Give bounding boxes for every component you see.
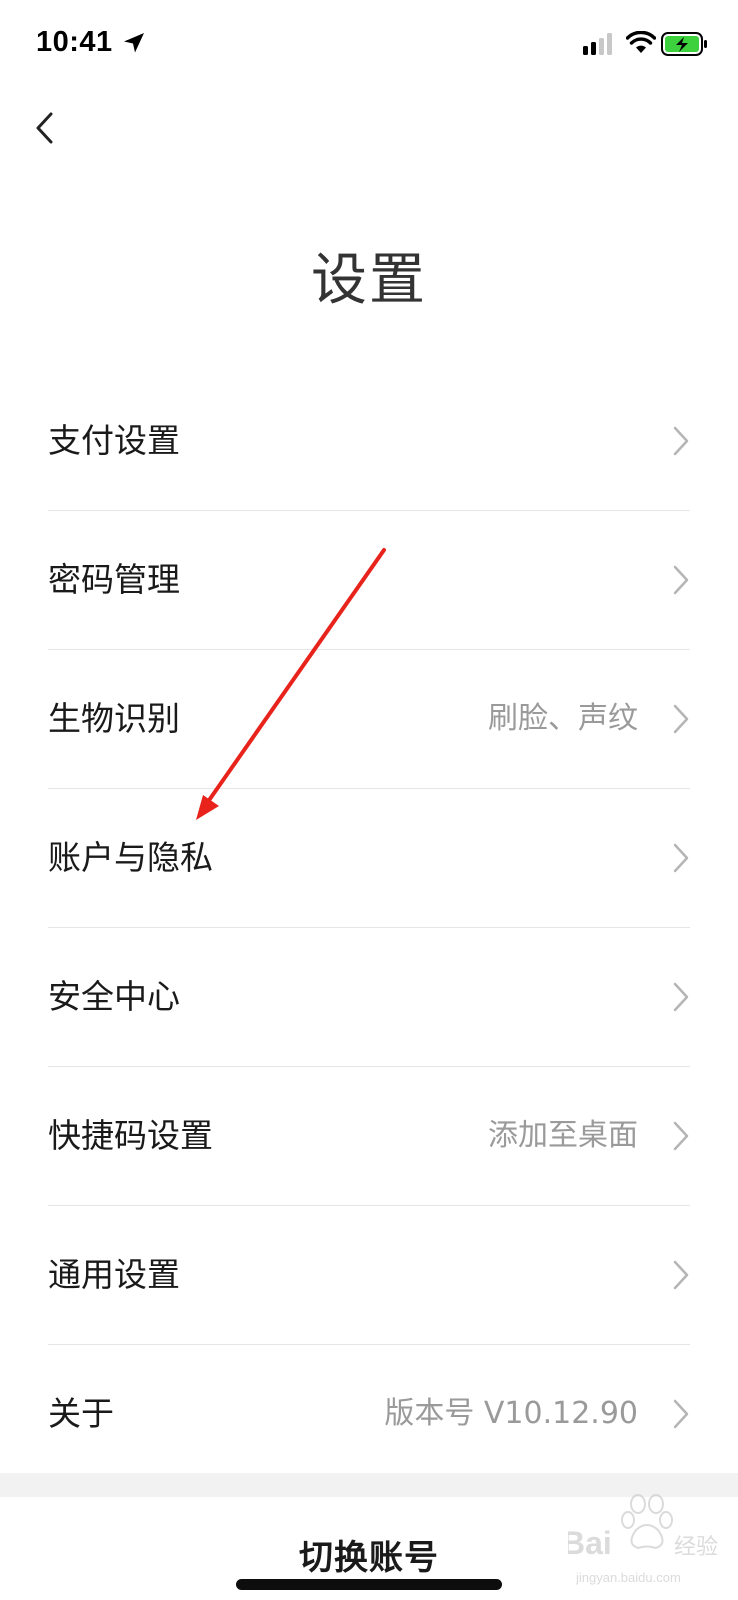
menu-item-label: 账户与隐私 bbox=[48, 838, 213, 877]
chevron-right-icon bbox=[673, 565, 689, 595]
cellular-signal-icon bbox=[583, 33, 612, 55]
svg-text:Bai: Bai bbox=[568, 1525, 612, 1561]
menu-item-label: 支付设置 bbox=[48, 421, 180, 460]
status-time: 10:41 bbox=[36, 26, 113, 58]
menu-item-account-privacy[interactable]: 账户与隐私 bbox=[48, 789, 690, 928]
menu-item-payment-settings[interactable]: 支付设置 bbox=[48, 372, 690, 511]
chevron-right-icon bbox=[673, 704, 689, 734]
svg-text:经验: 经验 bbox=[674, 1535, 718, 1560]
chevron-right-icon bbox=[673, 982, 689, 1012]
chevron-right-icon bbox=[673, 1399, 689, 1429]
chevron-right-icon bbox=[673, 1121, 689, 1151]
menu-item-password-management[interactable]: 密码管理 bbox=[48, 511, 690, 650]
back-button[interactable] bbox=[22, 103, 72, 153]
menu-item-general-settings[interactable]: 通用设置 bbox=[48, 1206, 690, 1345]
menu-item-label: 关于 bbox=[48, 1394, 114, 1433]
battery-charging-icon bbox=[661, 32, 707, 56]
menu-item-security-center[interactable]: 安全中心 bbox=[48, 928, 690, 1067]
menu-item-value: 刷脸、声纹 bbox=[488, 701, 638, 736]
menu-item-label: 密码管理 bbox=[48, 560, 180, 599]
menu-item-label: 安全中心 bbox=[48, 977, 180, 1016]
menu-item-value: 版本号 V10.12.90 bbox=[384, 1396, 638, 1431]
chevron-right-icon bbox=[673, 843, 689, 873]
chevron-right-icon bbox=[673, 1260, 689, 1290]
menu-item-value: 添加至桌面 bbox=[488, 1118, 638, 1153]
menu-item-biometrics[interactable]: 生物识别 刷脸、声纹 bbox=[48, 650, 690, 789]
location-arrow-icon bbox=[124, 33, 144, 53]
baidu-jingyan-watermark: Bai 经验 jingyan.baidu.com bbox=[568, 1494, 718, 1585]
page-title: 设置 bbox=[311, 248, 427, 313]
settings-menu-list: 支付设置 密码管理 生物识别 刷脸、声纹 账户与隐私 安全中心 快捷码设置 添加… bbox=[48, 372, 690, 1483]
status-bar: 10:41 bbox=[0, 0, 738, 90]
home-indicator bbox=[236, 1579, 502, 1590]
menu-item-about[interactable]: 关于 版本号 V10.12.90 bbox=[48, 1345, 690, 1483]
svg-text:jingyan.baidu.com: jingyan.baidu.com bbox=[575, 1570, 681, 1585]
menu-item-label: 通用设置 bbox=[48, 1255, 180, 1294]
chevron-right-icon bbox=[673, 426, 689, 456]
wifi-icon bbox=[626, 31, 656, 53]
menu-item-label: 生物识别 bbox=[48, 699, 180, 738]
chevron-left-icon bbox=[36, 112, 53, 144]
menu-item-shortcut-code[interactable]: 快捷码设置 添加至桌面 bbox=[48, 1067, 690, 1206]
menu-item-label: 快捷码设置 bbox=[48, 1116, 213, 1155]
